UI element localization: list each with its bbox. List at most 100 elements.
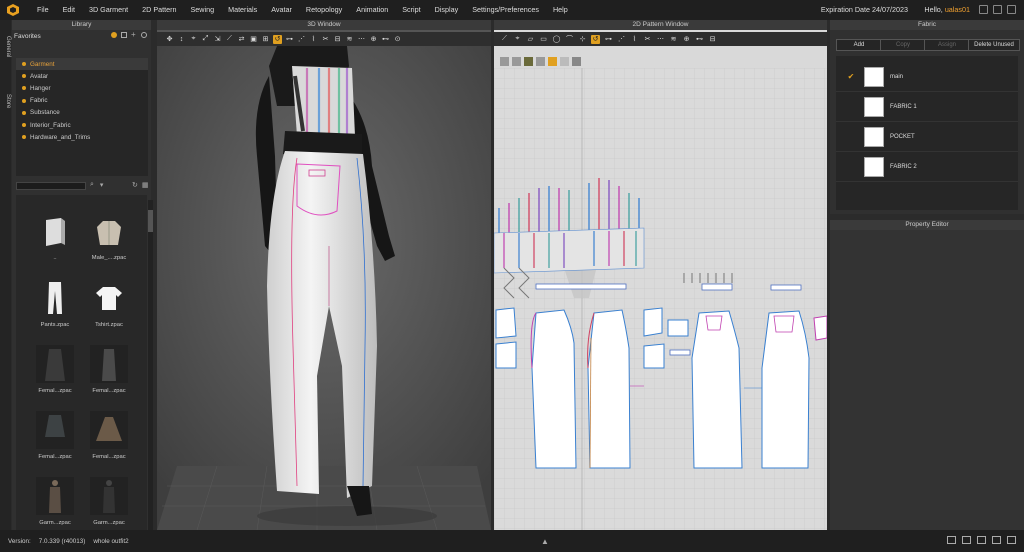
free-sewing-icon[interactable]: ⊶ bbox=[604, 35, 613, 44]
pin-icon[interactable]: ⊕ bbox=[369, 35, 378, 44]
menu-help[interactable]: Help bbox=[546, 0, 575, 20]
layout-icon[interactable] bbox=[1007, 536, 1016, 544]
menu-materials[interactable]: Materials bbox=[221, 0, 264, 20]
move-tool-icon[interactable]: ↕ bbox=[177, 35, 186, 44]
fold-tool-icon[interactable]: ⇲ bbox=[213, 35, 222, 44]
button-icon[interactable]: ⊕ bbox=[682, 35, 691, 44]
garment-thumb[interactable] bbox=[36, 345, 74, 383]
list-item[interactable]: Avatar bbox=[16, 70, 148, 82]
display-grid-icon[interactable] bbox=[536, 57, 545, 66]
copy-fabric-button[interactable]: Copy bbox=[880, 39, 926, 51]
plus-icon[interactable]: + bbox=[131, 31, 137, 39]
polygon-icon[interactable]: ▱ bbox=[526, 35, 535, 44]
minimize-button[interactable] bbox=[979, 5, 988, 14]
layout-icon[interactable] bbox=[992, 536, 1001, 544]
display-fabric-icon[interactable] bbox=[524, 57, 533, 66]
refresh-icon[interactable] bbox=[141, 32, 147, 38]
refresh-icon[interactable]: ↻ bbox=[132, 181, 138, 189]
garment-thumb[interactable] bbox=[90, 213, 128, 251]
list-item[interactable]: Garment bbox=[16, 58, 148, 71]
maximize-button[interactable] bbox=[993, 5, 1002, 14]
grid-view-icon[interactable]: ▦ bbox=[142, 181, 149, 189]
edit-sewing-icon[interactable]: ⌇ bbox=[309, 35, 318, 44]
select-tool-icon[interactable]: ✥ bbox=[165, 35, 174, 44]
chevron-up-icon[interactable]: ▲ bbox=[541, 537, 549, 546]
star-icon[interactable] bbox=[111, 32, 117, 38]
menu-display[interactable]: Display bbox=[428, 0, 466, 20]
pleat-icon[interactable]: ⊟ bbox=[333, 35, 342, 44]
measure-tool-icon[interactable]: ⟋ bbox=[225, 35, 234, 44]
username[interactable]: ualas01 bbox=[945, 5, 970, 14]
display-baseline-icon[interactable] bbox=[560, 57, 569, 66]
layout-icon[interactable] bbox=[947, 536, 956, 544]
menu-animation[interactable]: Animation bbox=[349, 0, 395, 20]
trace-icon[interactable]: ⋯ bbox=[656, 35, 665, 44]
tab-store[interactable]: Store bbox=[0, 94, 11, 108]
tack-icon[interactable]: ✂ bbox=[321, 35, 330, 44]
menu-retopology[interactable]: Retopology bbox=[299, 0, 349, 20]
dart-icon[interactable]: ⌇ bbox=[630, 35, 639, 44]
add-point-icon[interactable]: ⊹ bbox=[578, 35, 587, 44]
list-item[interactable]: FABRIC 1 bbox=[836, 92, 1018, 122]
library-scrollbar[interactable] bbox=[148, 200, 153, 540]
tab-general[interactable]: General bbox=[0, 36, 11, 57]
delete-unused-button[interactable]: Delete Unused bbox=[968, 39, 1020, 51]
rectangle-icon[interactable]: ▭ bbox=[539, 35, 548, 44]
notch-icon[interactable]: ✂ bbox=[643, 35, 652, 44]
scroll-thumb[interactable] bbox=[148, 210, 153, 232]
display-avatar-icon[interactable] bbox=[572, 57, 581, 66]
list-item[interactable]: Hanger bbox=[16, 82, 148, 94]
folder-up-thumb[interactable] bbox=[36, 213, 74, 251]
chevron-down-icon[interactable]: ▾ bbox=[100, 181, 104, 189]
list-item[interactable]: Interior_Fabric bbox=[16, 119, 148, 131]
menu-file[interactable]: File bbox=[30, 0, 56, 20]
seam-icon[interactable]: ⋰ bbox=[297, 35, 306, 44]
search-icon[interactable]: ⌕ bbox=[90, 181, 94, 189]
folder-up-icon[interactable] bbox=[121, 32, 127, 38]
2d-pattern-canvas[interactable] bbox=[494, 68, 827, 530]
sew-icon[interactable]: ⊶ bbox=[285, 35, 294, 44]
library-search-input[interactable] bbox=[16, 182, 86, 190]
list-item[interactable]: Fabric bbox=[16, 95, 148, 107]
garment-thumb[interactable] bbox=[36, 477, 74, 515]
list-item[interactable]: ✔ main bbox=[836, 62, 1018, 92]
topstitch-icon[interactable]: ⊟ bbox=[708, 35, 717, 44]
3d-viewport[interactable] bbox=[157, 46, 491, 530]
garment-thumb[interactable] bbox=[90, 279, 128, 317]
curve-icon[interactable]: ⌒ bbox=[565, 35, 574, 44]
point-tool-icon[interactable]: ⌖ bbox=[189, 35, 198, 44]
layout-icon[interactable] bbox=[962, 536, 971, 544]
display-pattern-icon[interactable] bbox=[500, 57, 509, 66]
assign-fabric-button[interactable]: Assign bbox=[924, 39, 970, 51]
segment-sewing-icon[interactable]: ↺ bbox=[591, 34, 600, 44]
brush-icon[interactable]: ⋯ bbox=[357, 35, 366, 44]
avatar-tool-icon[interactable]: ⊙ bbox=[393, 35, 402, 44]
menu-2d-pattern[interactable]: 2D Pattern bbox=[135, 0, 183, 20]
layout-icon[interactable] bbox=[977, 536, 986, 544]
menu-edit[interactable]: Edit bbox=[56, 0, 82, 20]
garment-thumb[interactable] bbox=[36, 279, 74, 317]
garment-thumb[interactable] bbox=[90, 477, 128, 515]
garment-thumb[interactable] bbox=[36, 411, 74, 449]
ruler-icon[interactable]: ⊷ bbox=[381, 35, 390, 44]
garment-thumb[interactable] bbox=[90, 411, 128, 449]
display-line-icon[interactable] bbox=[512, 57, 521, 66]
list-item[interactable]: FABRIC 2 bbox=[836, 152, 1018, 182]
layer-icon[interactable]: ≋ bbox=[345, 35, 354, 44]
circle-icon[interactable]: ◯ bbox=[552, 35, 561, 44]
menu-script[interactable]: Script bbox=[395, 0, 427, 20]
close-button[interactable] bbox=[1007, 5, 1016, 14]
menu-avatar[interactable]: Avatar bbox=[264, 0, 299, 20]
fit-icon[interactable]: ⊞ bbox=[261, 35, 270, 44]
garment-thumb[interactable] bbox=[90, 345, 128, 383]
pin-tool-icon[interactable]: ⤢ bbox=[201, 35, 210, 44]
menu-settings[interactable]: Settings/Preferences bbox=[465, 0, 546, 20]
list-item[interactable]: Substance bbox=[16, 107, 148, 119]
pleat-icon[interactable]: ≋ bbox=[669, 35, 678, 44]
menu-sewing[interactable]: Sewing bbox=[184, 0, 222, 20]
display-texture-icon[interactable] bbox=[548, 57, 557, 66]
list-item[interactable]: POCKET bbox=[836, 122, 1018, 152]
zipper-icon[interactable]: ⊷ bbox=[695, 35, 704, 44]
simulate-icon[interactable]: ↺ bbox=[273, 34, 282, 44]
tape-tool-icon[interactable]: ⇄ bbox=[237, 35, 246, 44]
